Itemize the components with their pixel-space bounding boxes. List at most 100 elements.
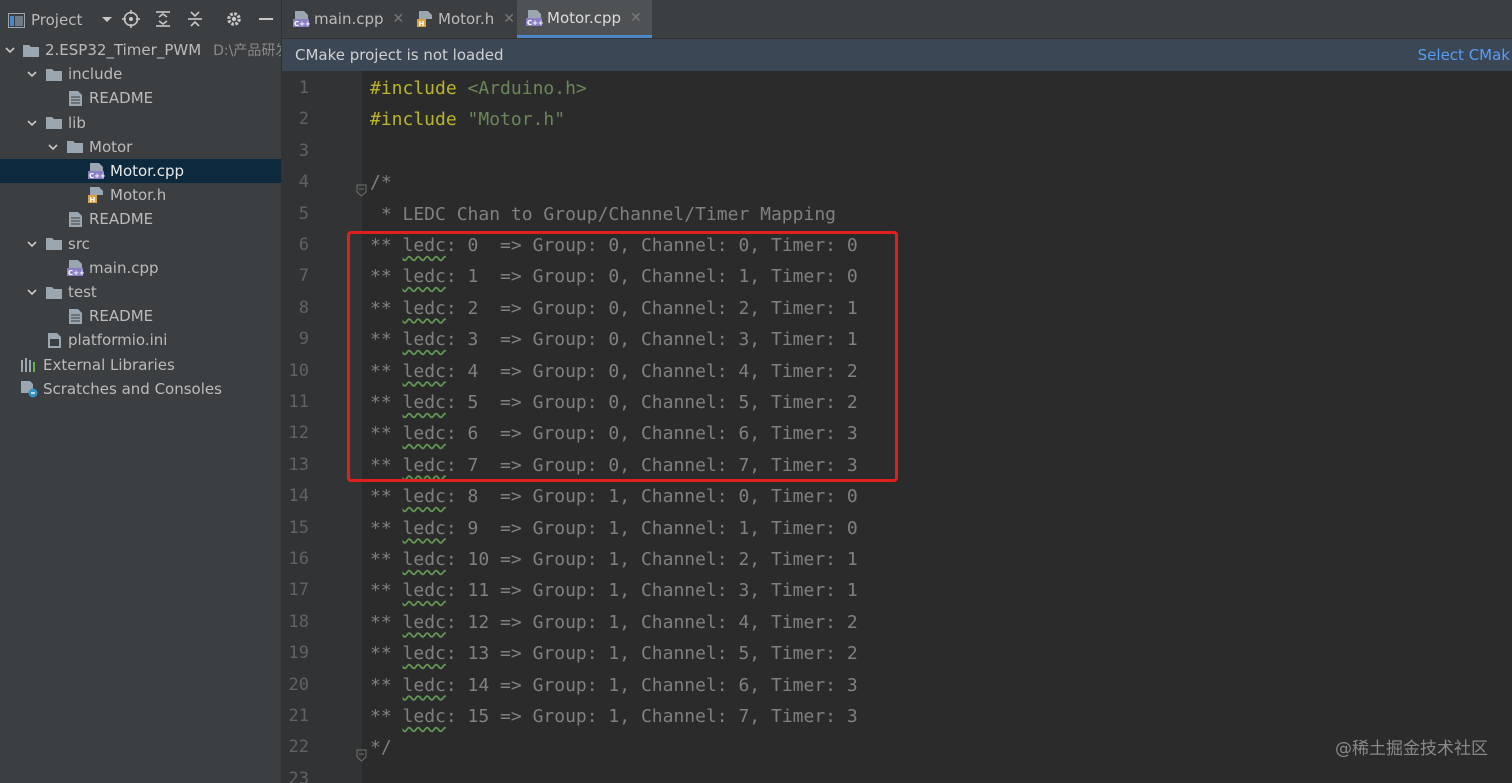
banner-message: CMake project is not loaded	[295, 46, 504, 64]
line-number: 18	[288, 611, 309, 632]
dropdown-icon[interactable]	[101, 16, 113, 24]
typo-token: ledc	[402, 486, 446, 508]
cpp-file-icon: C++	[292, 10, 311, 28]
code-line: 20 ** ledc: 14 => Group: 1, Channel: 6, T…	[282, 670, 1512, 701]
typo-token: ledc	[402, 611, 446, 633]
line-number: 16	[288, 549, 309, 569]
folder-icon	[45, 114, 63, 132]
tree-item[interactable]: src	[0, 232, 281, 256]
tree-item-label: README	[89, 210, 154, 229]
comment-token: **	[370, 580, 403, 602]
folder-icon	[45, 283, 63, 301]
tab-motor-h[interactable]: H Motor.h ✕	[408, 0, 517, 38]
code-line: 3	[282, 136, 1512, 167]
svg-text:C++: C++	[89, 172, 105, 180]
settings-icon[interactable]	[225, 10, 243, 28]
chevron-down-icon[interactable]	[25, 285, 39, 299]
code-text: ** ledc: 13 => Group: 1, Channel: 5, Tim…	[370, 638, 858, 669]
line-number: 22	[288, 737, 309, 758]
project-panel: Project 2.ESP32_Timer_PWMD:\产品研发\includ	[0, 0, 282, 783]
line-number: 5	[298, 203, 309, 224]
chevron-down-icon[interactable]	[25, 67, 39, 81]
line-number: 1	[298, 78, 309, 98]
tab-label: main.cpp	[314, 10, 384, 28]
tree-item[interactable]: 2.ESP32_Timer_PWM D:\产品研发\	[0, 38, 281, 62]
typo-token: ledc	[402, 706, 446, 727]
tree-item-label: External Libraries	[43, 355, 175, 374]
tree-item[interactable]: Scratches and Consoles	[0, 377, 281, 401]
tree-item[interactable]: README	[0, 207, 281, 231]
folder-icon	[66, 138, 84, 156]
tree-item-label: test	[68, 283, 97, 301]
code-text: ** ledc: 15 => Group: 1, Channel: 7, Tim…	[370, 701, 858, 732]
line-number: 9	[298, 329, 309, 350]
fold-marker-icon[interactable]	[356, 741, 367, 763]
code-text: /*	[370, 167, 392, 198]
watermark: @稀土掘金技术社区	[1335, 739, 1488, 759]
tree-item[interactable]: lib	[0, 111, 281, 135]
tree-item[interactable]: platformio.ini	[0, 328, 281, 352]
tree-item[interactable]: C++ Motor.cpp	[0, 159, 281, 183]
tree-item-label: README	[89, 89, 154, 108]
tree-item-label: platformio.ini	[68, 331, 168, 350]
tree-item-label: main.cpp	[89, 258, 159, 277]
select-cmake-link[interactable]: Select CMak	[1418, 46, 1510, 64]
comment-token: **	[370, 611, 403, 633]
close-icon[interactable]: ✕	[393, 11, 405, 27]
tree-item[interactable]: README	[0, 304, 281, 328]
comment-token: : 14 => Group: 1, Channel: 6, Timer: 3	[445, 674, 858, 696]
folder-icon	[22, 41, 40, 59]
chevron-down-icon[interactable]	[4, 43, 16, 57]
code-line: 19 ** ledc: 13 => Group: 1, Channel: 5, T…	[282, 638, 1512, 669]
text-file-icon	[66, 307, 84, 325]
code-text: ** ledc: 8 => Group: 1, Channel: 0, Time…	[370, 481, 858, 512]
typo-token: ledc	[402, 674, 446, 696]
editor-tabbar: C++ main.cpp ✕ H Motor.h ✕ C++ Motor.cpp ✕	[282, 0, 1512, 39]
chevron-down-icon[interactable]	[46, 140, 60, 154]
tree-item[interactable]: Motor	[0, 135, 281, 159]
folder-icon	[45, 235, 63, 253]
expand-all-icon[interactable]	[154, 10, 172, 28]
code-text: ** ledc: 11 => Group: 1, Channel: 3, Tim…	[370, 575, 858, 606]
typo-token: ledc	[402, 580, 446, 602]
tab-motor-cpp[interactable]: C++ Motor.cpp ✕	[517, 0, 652, 38]
chevron-down-icon[interactable]	[25, 116, 39, 130]
comment-token	[457, 78, 468, 99]
tree-item[interactable]: H Motor.h	[0, 183, 281, 207]
code-line: 18 ** ledc: 12 => Group: 1, Channel: 4, T…	[282, 607, 1512, 638]
close-icon[interactable]: ✕	[503, 11, 515, 27]
cmake-notification-banner: CMake project is not loaded Select CMak	[282, 39, 1512, 71]
locate-icon[interactable]	[122, 10, 140, 28]
tree-item[interactable]: include	[0, 62, 281, 86]
line-number: 6	[298, 235, 309, 255]
comment-token: : 8 => Group: 1, Channel: 0, Timer: 0	[445, 486, 858, 508]
tree-item[interactable]: test	[0, 280, 281, 304]
tree-item[interactable]: README	[0, 86, 281, 110]
libraries-icon	[20, 356, 38, 374]
project-view-selector[interactable]: Project	[8, 11, 113, 29]
code-line: 17 ** ledc: 11 => Group: 1, Channel: 3, T…	[282, 575, 1512, 606]
tree-item[interactable]: C++ main.cpp	[0, 256, 281, 280]
text-file-icon	[66, 89, 84, 107]
code-line: 21 ** ledc: 15 => Group: 1, Channel: 7, T…	[282, 701, 1512, 732]
comment-token: : 9 => Group: 1, Channel: 1, Timer: 0	[445, 517, 858, 539]
hide-icon[interactable]	[257, 10, 275, 28]
comment-token: /*	[370, 172, 392, 194]
line-number: 7	[298, 266, 309, 287]
close-icon[interactable]: ✕	[630, 10, 642, 26]
typo-token: ledc	[402, 517, 446, 539]
tree-item[interactable]: External Libraries	[0, 353, 281, 377]
svg-text:C++: C++	[294, 20, 310, 28]
tab-label: Motor.h	[438, 10, 495, 28]
tree-item-label: include	[68, 65, 123, 84]
comment-token: * LEDC Chan to Group/Channel/Timer Mappi…	[370, 203, 836, 225]
fold-marker-icon[interactable]	[356, 176, 367, 197]
line-number: 2	[298, 109, 309, 130]
tab-main-cpp[interactable]: C++ main.cpp ✕	[284, 0, 408, 38]
project-toolbar: Project	[0, 0, 281, 38]
line-number: 23	[288, 768, 309, 783]
tree-item-label: 2.ESP32_Timer_PWM	[45, 41, 202, 59]
tree-item-label: src	[68, 234, 90, 253]
collapse-all-icon[interactable]	[186, 10, 204, 28]
chevron-down-icon[interactable]	[25, 237, 39, 251]
